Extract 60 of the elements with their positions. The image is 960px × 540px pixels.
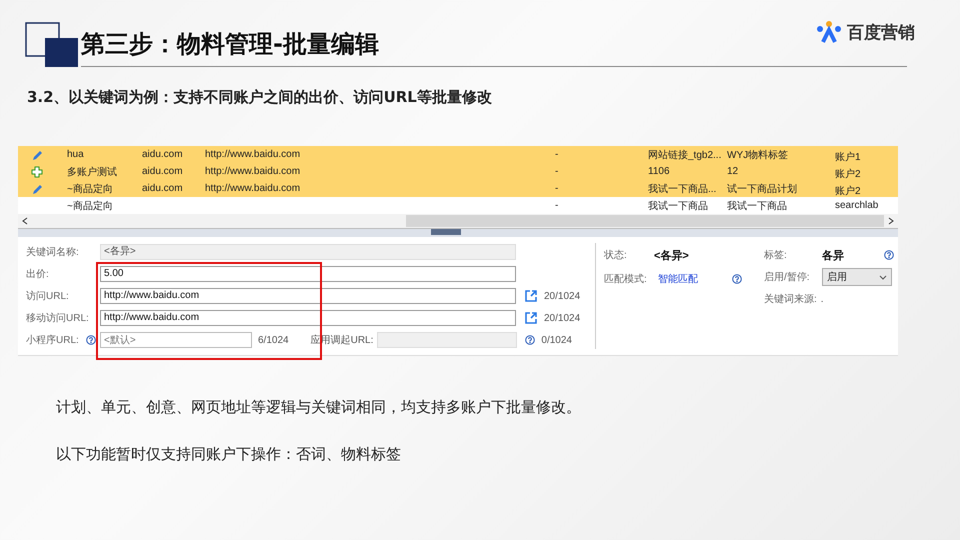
table-cell: 账户2 [835,186,861,197]
table-row[interactable]: ~商品定向 aidu.com http://www.baidu.com - 我试一下商品... 试一下商品计划 账户2 [18,180,898,197]
slide-title: 第三步：物料管理-批量编辑 [81,30,379,58]
table-cell: 我试一下商品... [648,184,716,194]
table-cell: 账户1 [835,152,861,163]
table-cell: 我试一下商品 [727,200,787,212]
field-label: 关键词来源: [764,292,817,306]
field-label: 移动访问URL: [26,312,90,325]
table-row[interactable]: hua aidu.com http://www.baidu.com - 网站链接_tgb2... WYJ物料标签 账户1 [18,146,898,163]
tag-value: 各异 [822,248,845,262]
char-counter: 6/1024 [258,334,289,346]
table-cell: http://www.baidu.com [205,183,300,194]
input-field[interactable]: 5.00 [100,266,516,282]
input-field[interactable]: http://www.baidu.com [100,288,516,304]
table-cell: 试一下商品计划 [727,184,797,194]
status-value: <各异> [654,248,689,262]
table-cell: 1106 [648,166,670,177]
status-dropdown[interactable]: 启用 [822,268,892,286]
table-cell: ~商品定向 [67,184,113,194]
table-cell: - [555,200,558,211]
subtitle: 3.2、以关键词为例：支持不同账户之间的出价、访问URL等批量修改 [27,88,493,108]
field-label: 关键词名称: [26,246,80,259]
match-mode-link[interactable]: 智能匹配 [658,272,728,286]
table-cell: 账户2 [835,169,861,180]
table-cell: 我试一下商品 [648,200,708,212]
table-cell: http://www.baidu.com [205,149,300,160]
table-cell: aidu.com [142,166,183,177]
note-text: 计划、单元、创意、网页地址等逻辑与关键词相同，均支持多账户下批量修改。 [56,398,582,418]
table-row[interactable]: ~商品定向 - 我试一下商品 我试一下商品 searchlab [18,197,898,214]
field-label: 状态: [604,248,628,262]
table-cell: 网站链接_tgb2... [648,150,722,160]
field-label: 访问URL: [26,290,70,303]
field-label: 小程序URL: [26,334,80,347]
table-cell: - [555,183,558,194]
readonly-field: <各异> [100,244,516,260]
field-label: 应用调起URL: [310,334,374,347]
table-cell: - [555,166,558,177]
table-cell: hua [67,149,84,160]
logo-text: 百度营销 [847,22,915,44]
char-counter: 20/1024 [544,290,580,302]
table-cell: http://www.baidu.com [205,166,300,177]
input-field[interactable]: http://www.baidu.com [100,310,516,326]
char-counter: 20/1024 [544,312,580,324]
field-label: 标签: [764,248,788,262]
field-label: 匹配模式: [604,272,648,286]
field-label: 出价: [26,268,50,281]
table-cell: aidu.com [142,183,183,194]
input-field[interactable]: <默认> [100,332,252,348]
table-cell: searchlab [835,200,878,211]
table-cell: WYJ物料标签 [727,150,788,160]
char-counter: 0/1024 [541,334,572,346]
table-cell: ~商品定向 [67,200,113,212]
note-text: 以下功能暂时仅支持同账户下操作：否词、物料标签 [56,445,402,465]
table-cell: 12 [727,166,738,177]
source-value: . [820,294,824,304]
table-row[interactable]: 多账户测试 aidu.com http://www.baidu.com - 1106 12 账户2 [18,163,898,180]
table-cell: - [555,149,558,160]
field-label: 启用/暂停: [764,270,811,284]
table-cell: 多账户测试 [67,166,117,178]
table-cell: aidu.com [142,149,183,160]
